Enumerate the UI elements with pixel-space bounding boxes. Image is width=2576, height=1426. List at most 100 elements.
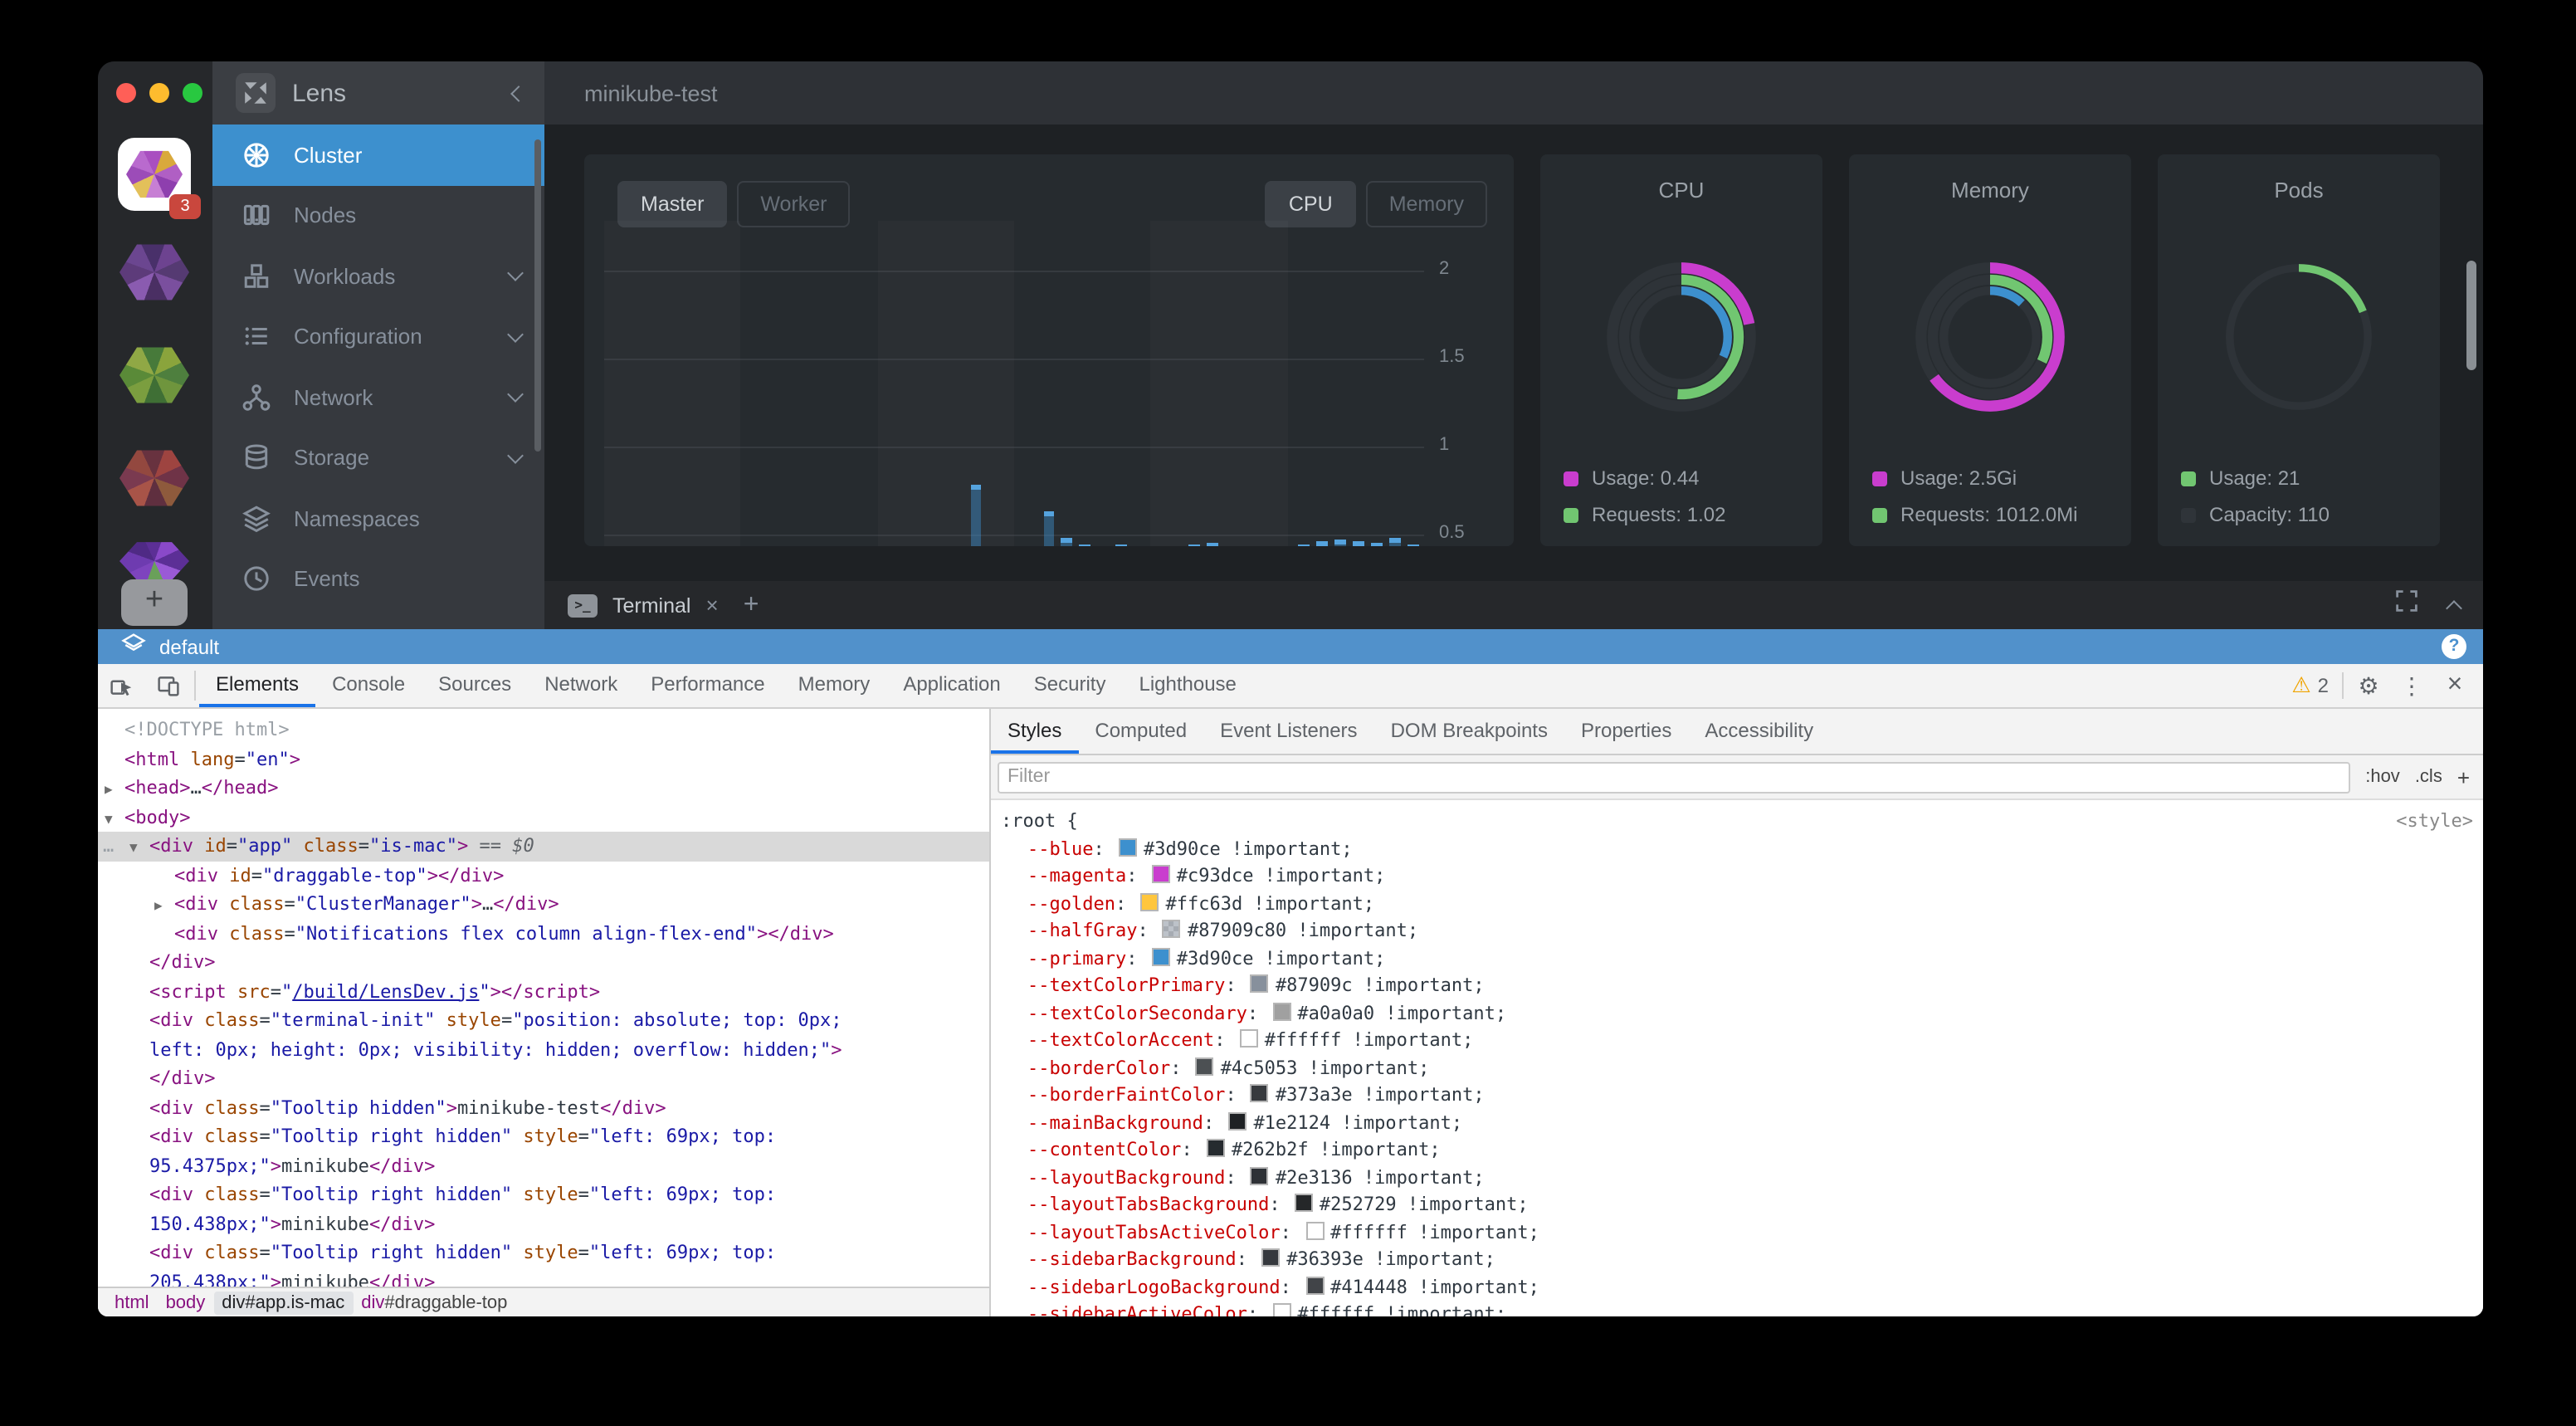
dom-tree-row[interactable]: <div class="Notifications flex column al… — [98, 919, 989, 948]
css-property-name[interactable]: --golden — [1027, 892, 1115, 914]
tab-performance[interactable]: Performance — [634, 664, 781, 707]
color-swatch[interactable] — [1163, 920, 1181, 938]
devtools-settings-icon[interactable]: ⚙ — [2347, 671, 2390, 700]
breadcrumb-item[interactable]: div#draggable-top — [353, 1291, 515, 1314]
sidebar-item-configuration[interactable]: Configuration — [212, 306, 544, 367]
css-property-value[interactable]: #ffffff !important; — [1330, 1221, 1539, 1243]
cluster-icon[interactable] — [118, 344, 189, 407]
css-property-name[interactable]: --sidebarBackground — [1027, 1248, 1237, 1270]
css-property-name[interactable]: --halfGray — [1027, 920, 1137, 941]
dom-tree-row[interactable]: left: 0px; height: 0px; visibility: hidd… — [98, 1035, 989, 1064]
add-cluster-button[interactable]: + — [121, 579, 188, 626]
dom-tree-row[interactable]: </div> — [98, 1064, 989, 1093]
content-scrollbar[interactable] — [2466, 261, 2476, 370]
expand-arrow-icon[interactable]: ▶ — [154, 891, 163, 921]
css-property-row[interactable]: --sidebarBackground: #36393e !important; — [1001, 1247, 2473, 1274]
expand-dock-icon[interactable] — [2395, 589, 2418, 621]
css-property-name[interactable]: --layoutBackground — [1027, 1166, 1225, 1188]
device-toolbar-icon[interactable] — [144, 664, 191, 707]
sidebar-item-storage[interactable]: Storage — [212, 427, 544, 488]
color-swatch[interactable] — [1305, 1276, 1324, 1294]
sidebar-item-namespaces[interactable]: Namespaces — [212, 488, 544, 549]
tab-application[interactable]: Application — [886, 664, 1017, 707]
color-swatch[interactable] — [1305, 1221, 1324, 1239]
color-swatch[interactable] — [1261, 1248, 1280, 1267]
css-property-name[interactable]: --sidebarLogoBackground — [1027, 1276, 1281, 1297]
css-property-row[interactable]: --sidebarActiveColor: #ffffff !important… — [1001, 1301, 2473, 1316]
css-property-name[interactable]: --borderColor — [1027, 1057, 1170, 1078]
css-property-name[interactable]: --blue — [1027, 838, 1094, 859]
css-property-value[interactable]: #87909c !important; — [1276, 974, 1485, 996]
css-property-value[interactable]: #c93dce !important; — [1177, 865, 1386, 886]
css-property-row[interactable]: --layoutTabsBackground: #252729 !importa… — [1001, 1192, 2473, 1219]
css-property-value[interactable]: #3d90ce !important; — [1144, 838, 1353, 859]
breadcrumb-item[interactable]: body — [158, 1291, 214, 1314]
css-property-name[interactable]: --sidebarActiveColor — [1027, 1303, 1247, 1316]
css-property-value[interactable]: #3d90ce !important; — [1177, 947, 1386, 969]
css-selector[interactable]: :root { — [1001, 808, 1078, 836]
collapse-arrow-icon[interactable]: ▼ — [129, 833, 138, 862]
collapse-sidebar-icon[interactable] — [510, 85, 527, 101]
dom-tree-row[interactable]: <div class="Tooltip hidden">minikube-tes… — [98, 1093, 989, 1122]
dom-tree-row[interactable]: <!DOCTYPE html> — [98, 715, 989, 745]
dom-tree-row[interactable]: ▼<body> — [98, 803, 989, 832]
collapse-arrow-icon[interactable]: ▼ — [105, 804, 113, 833]
css-property-row[interactable]: --halfGray: #87909c80 !important; — [1001, 918, 2473, 945]
color-swatch[interactable] — [1251, 1166, 1269, 1184]
cluster-icon[interactable] — [118, 241, 189, 304]
dom-tree-row[interactable]: ▶<head>…</head> — [98, 774, 989, 803]
css-property-value[interactable]: #87909c80 !important; — [1188, 920, 1418, 941]
css-property-row[interactable]: --blue: #3d90ce !important; — [1001, 836, 2473, 863]
color-swatch[interactable] — [1152, 947, 1170, 965]
css-property-name[interactable]: --layoutTabsActiveColor — [1027, 1221, 1281, 1243]
css-property-name[interactable]: --textColorSecondary — [1027, 1002, 1247, 1023]
tab-console[interactable]: Console — [315, 664, 422, 707]
color-swatch[interactable] — [1251, 1084, 1269, 1102]
css-property-row[interactable]: --golden: #ffc63d !important; — [1001, 891, 2473, 918]
css-property-name[interactable]: --primary — [1027, 947, 1126, 969]
breadcrumb-item[interactable]: div#app.is-mac — [213, 1291, 353, 1314]
color-swatch[interactable] — [1295, 1194, 1313, 1212]
namespace-label[interactable]: default — [159, 635, 219, 658]
css-property-value[interactable]: #36393e !important; — [1286, 1248, 1495, 1270]
css-property-name[interactable]: --magenta — [1027, 865, 1126, 886]
css-property-value[interactable]: #a0a0a0 !important; — [1297, 1002, 1506, 1023]
css-property-name[interactable]: --mainBackground — [1027, 1111, 1203, 1133]
close-devtools-icon[interactable]: × — [2433, 671, 2476, 701]
dom-tree-row[interactable]: 150.438px;">minikube</div> — [98, 1209, 989, 1238]
dom-tree-row[interactable]: <div class="Tooltip right hidden" style=… — [98, 1238, 989, 1267]
collapse-dock-icon[interactable] — [2446, 599, 2462, 616]
dom-tree-row[interactable]: <div class="terminal-init" style="positi… — [98, 1006, 989, 1035]
tab-security[interactable]: Security — [1017, 664, 1123, 707]
expand-arrow-icon[interactable]: ▶ — [105, 775, 113, 804]
cluster-icon[interactable] — [118, 447, 189, 510]
dom-tree-row[interactable]: <div class="Tooltip right hidden" style=… — [98, 1122, 989, 1151]
css-property-value[interactable]: #ffffff !important; — [1265, 1029, 1474, 1051]
css-property-row[interactable]: --textColorSecondary: #a0a0a0 !important… — [1001, 1000, 2473, 1028]
tab-sources[interactable]: Sources — [422, 664, 528, 707]
zoom-window-button[interactable] — [183, 83, 202, 103]
styles-tab-dom-breakpoints[interactable]: DOM Breakpoints — [1374, 709, 1564, 754]
dom-tree-row[interactable]: <script src="/build/LensDev.js"></script… — [98, 977, 989, 1006]
css-property-row[interactable]: --layoutBackground: #2e3136 !important; — [1001, 1165, 2473, 1192]
css-property-value[interactable]: #4c5053 !important; — [1221, 1057, 1430, 1078]
sidebar-item-events[interactable]: Events — [212, 549, 544, 609]
styles-filter-input[interactable] — [998, 761, 2350, 793]
dom-tree-row[interactable]: </div> — [98, 948, 989, 977]
css-property-name[interactable]: --borderFaintColor — [1027, 1084, 1225, 1106]
css-property-value[interactable]: #1e2124 !important; — [1253, 1111, 1462, 1133]
dom-tree-row[interactable]: 95.4375px;">minikube</div> — [98, 1151, 989, 1180]
css-property-row[interactable]: --mainBackground: #1e2124 !important; — [1001, 1110, 2473, 1137]
dom-tree-row[interactable]: <html lang="en"> — [98, 745, 989, 774]
css-property-value[interactable]: #414448 !important; — [1330, 1276, 1539, 1297]
color-swatch[interactable] — [1272, 1303, 1290, 1316]
color-swatch[interactable] — [1251, 974, 1269, 993]
cluster-icon[interactable] — [118, 540, 189, 583]
dom-tree-row[interactable]: ▶<div class="ClusterManager">…</div> — [98, 890, 989, 919]
css-property-row[interactable]: --borderColor: #4c5053 !important; — [1001, 1055, 2473, 1082]
sidebar-item-cluster[interactable]: Cluster — [212, 125, 544, 185]
css-property-row[interactable]: --textColorPrimary: #87909c !important; — [1001, 973, 2473, 1000]
tab-network[interactable]: Network — [528, 664, 634, 707]
close-window-button[interactable] — [116, 83, 136, 103]
toggle-element-state-button[interactable]: :hov — [2365, 767, 2400, 787]
